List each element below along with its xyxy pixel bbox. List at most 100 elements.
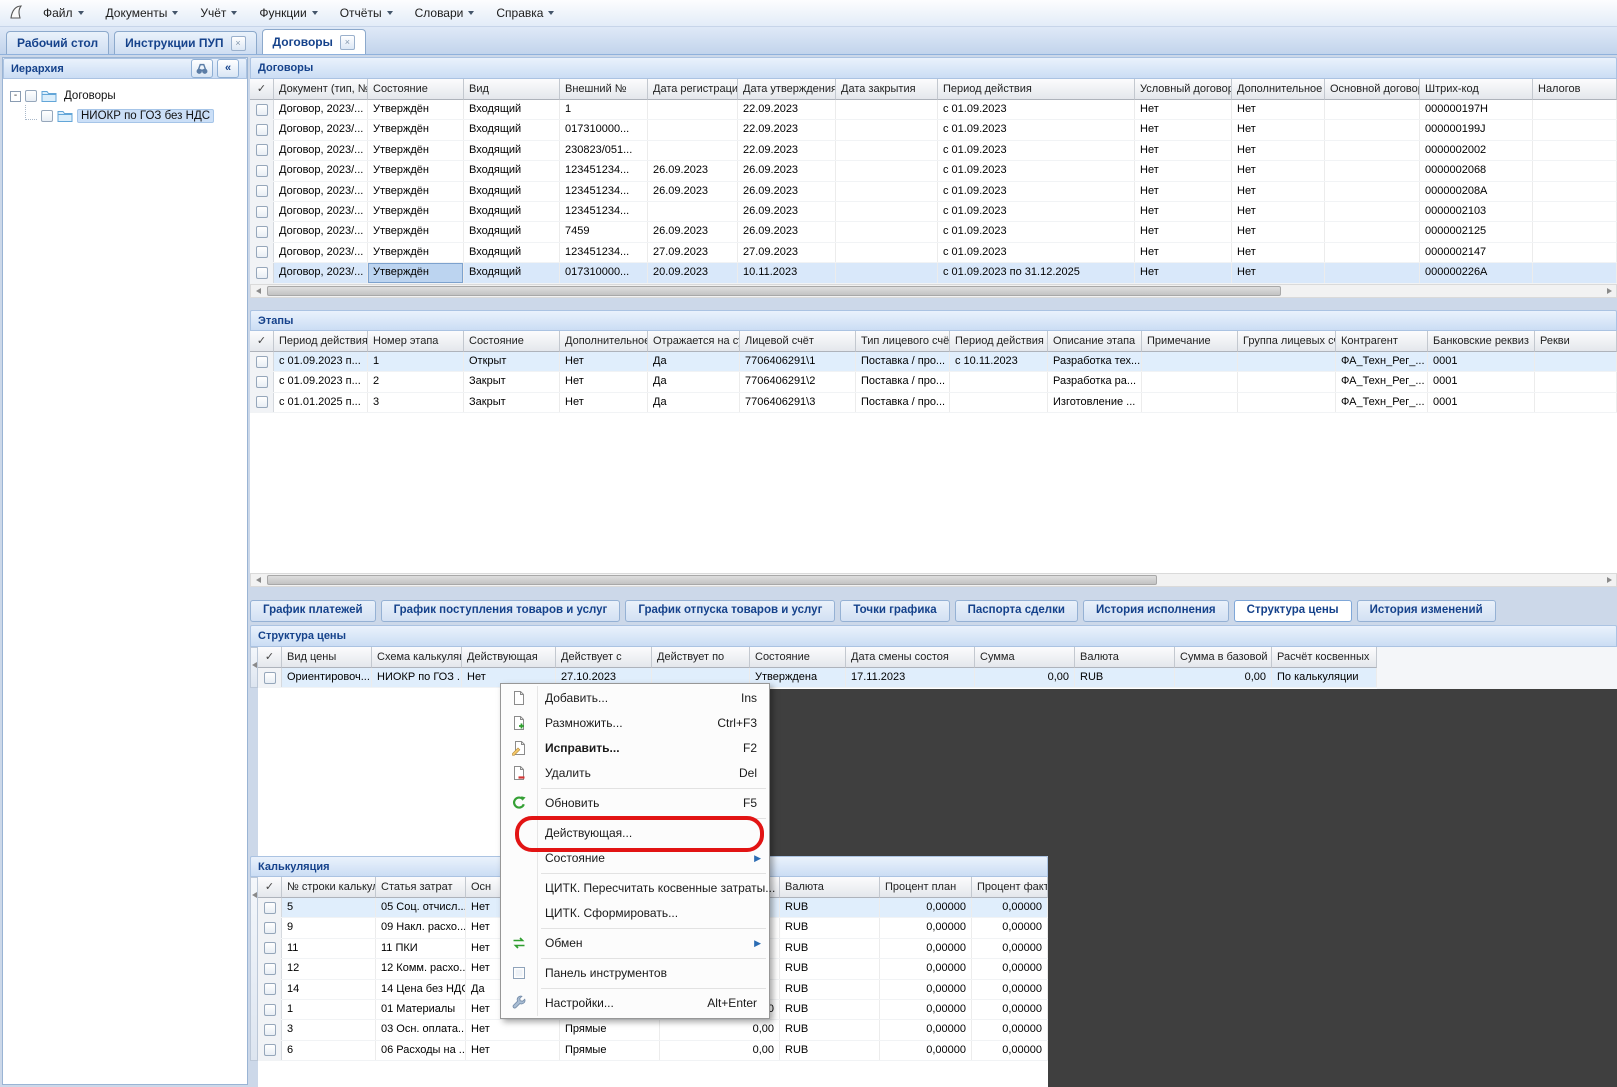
- grid-cell[interactable]: [1325, 141, 1420, 160]
- grid-cell[interactable]: Нет: [560, 393, 648, 412]
- grid-cell[interactable]: [648, 141, 738, 160]
- grid-cell[interactable]: Входящий: [464, 182, 560, 201]
- context-menu-item[interactable]: Состояние▶: [501, 846, 769, 871]
- grid-cell[interactable]: [1325, 202, 1420, 221]
- table-row[interactable]: Договор, 2023/...УтверждёнВходящий122.09…: [250, 100, 1617, 120]
- grid-cell[interactable]: [1533, 202, 1617, 221]
- column-header[interactable]: Основной договор: [1325, 79, 1420, 100]
- table-row[interactable]: с 01.09.2023 п...1ОткрытНетДа7706406291\…: [250, 352, 1617, 372]
- row-checkbox[interactable]: [264, 963, 276, 975]
- grid-cell[interactable]: Входящий: [464, 120, 560, 139]
- column-header[interactable]: Дополнительное с: [560, 331, 648, 352]
- grid-cell[interactable]: RUB: [780, 1000, 880, 1019]
- grid-cell[interactable]: 0000002068: [1420, 161, 1533, 180]
- grid-cell[interactable]: Нет: [1232, 263, 1325, 282]
- grid-cell[interactable]: 26.09.2023: [738, 202, 836, 221]
- grid-cell[interactable]: 0,00000: [880, 939, 972, 958]
- grid-cell[interactable]: 0,00000: [880, 1000, 972, 1019]
- row-checkbox[interactable]: [264, 1004, 276, 1016]
- grid-cell[interactable]: 03 Осн. оплата...: [376, 1020, 466, 1039]
- grid-cell[interactable]: Входящий: [464, 100, 560, 119]
- grid-cell[interactable]: 11: [282, 939, 376, 958]
- detail-tab-1[interactable]: График платежей: [250, 600, 376, 622]
- grid-cell[interactable]: с 01.09.2023: [938, 182, 1135, 201]
- grid-cell[interactable]: [648, 100, 738, 119]
- grid-cell[interactable]: 0000002147: [1420, 243, 1533, 262]
- grid-cell[interactable]: 0,00000: [880, 959, 972, 978]
- grid-cell[interactable]: 123451234...: [560, 202, 648, 221]
- column-header[interactable]: Действует по: [652, 647, 750, 668]
- grid-cell[interactable]: Входящий: [464, 202, 560, 221]
- menubar-item-2[interactable]: Документы: [95, 3, 190, 23]
- grid-cell[interactable]: Нет: [1232, 100, 1325, 119]
- grid-cell[interactable]: 123451234...: [560, 243, 648, 262]
- grid-cell[interactable]: ФА_Техн_Рег_...: [1336, 393, 1428, 412]
- tab-close-icon[interactable]: ×: [231, 36, 246, 51]
- column-header[interactable]: Состояние: [464, 331, 560, 352]
- grid-cell[interactable]: [836, 161, 938, 180]
- tab-2[interactable]: Инструкции ПУП×: [114, 31, 256, 54]
- grid-cell[interactable]: [648, 120, 738, 139]
- column-header[interactable]: Валюта: [1075, 647, 1175, 668]
- grid-cell[interactable]: с 01.09.2023: [938, 100, 1135, 119]
- tree-item-2[interactable]: НИОКР по ГОЗ без НДС: [3, 106, 247, 126]
- detail-tab-7[interactable]: Структура цены: [1234, 600, 1352, 622]
- grid-cell[interactable]: НИОКР по ГОЗ ...: [372, 668, 462, 687]
- column-header[interactable]: Действует с: [556, 647, 652, 668]
- grid-cell[interactable]: 230823/051...: [560, 141, 648, 160]
- grid-cell[interactable]: 7706406291\2: [740, 372, 856, 391]
- grid-cell[interactable]: 1: [560, 100, 648, 119]
- grid-cell[interactable]: Утверждён: [368, 263, 464, 282]
- grid-cell[interactable]: 0,00000: [972, 898, 1048, 917]
- column-header[interactable]: Описание этапа: [1048, 331, 1142, 352]
- grid-cell[interactable]: Нет: [1135, 141, 1232, 160]
- grid-cell[interactable]: 14 Цена без НДС: [376, 980, 466, 999]
- grid-cell[interactable]: с 01.09.2023 по 31.12.2025: [938, 263, 1135, 282]
- grid-cell[interactable]: Нет: [1232, 161, 1325, 180]
- grid-cell[interactable]: Нет: [1135, 263, 1232, 282]
- table-row[interactable]: Договор, 2023/...УтверждёнВходящий017310…: [250, 263, 1617, 283]
- grid-cell[interactable]: [1325, 100, 1420, 119]
- table-row[interactable]: Договор, 2023/...УтверждёнВходящий230823…: [250, 141, 1617, 161]
- grid-cell[interactable]: с 10.11.2023: [950, 352, 1048, 371]
- tree-checkbox[interactable]: [25, 90, 37, 102]
- column-header[interactable]: Период действия: [938, 79, 1135, 100]
- column-header[interactable]: Налогов: [1533, 79, 1617, 100]
- row-checkbox[interactable]: [256, 376, 268, 388]
- grid-cell[interactable]: Нет: [560, 372, 648, 391]
- context-menu-item[interactable]: УдалитьDel: [501, 761, 769, 786]
- grid-cell[interactable]: с 01.09.2023: [938, 120, 1135, 139]
- column-header[interactable]: ✓: [250, 331, 274, 352]
- table-row[interactable]: Договор, 2023/...УтверждёнВходящий123451…: [250, 202, 1617, 222]
- scrollbar-thumb[interactable]: [267, 286, 1281, 296]
- column-header[interactable]: Тип лицевого счёт: [856, 331, 950, 352]
- grid-cell[interactable]: 017310000...: [560, 120, 648, 139]
- grid-cell[interactable]: Поставка / про...: [856, 372, 950, 391]
- context-menu-item[interactable]: Исправить...F2: [501, 736, 769, 761]
- column-header[interactable]: Состояние: [368, 79, 464, 100]
- grid-cell[interactable]: 06 Расходы на ...: [376, 1041, 466, 1060]
- grid-cell[interactable]: 7706406291\3: [740, 393, 856, 412]
- grid-cell[interactable]: [1533, 263, 1617, 282]
- grid-cell[interactable]: Нет: [560, 352, 648, 371]
- grid-cell[interactable]: 5: [282, 898, 376, 917]
- row-checkbox[interactable]: [256, 185, 268, 197]
- table-row[interactable]: 303 Осн. оплата...НетПрямые0,00RUB0,0000…: [258, 1020, 1048, 1040]
- grid-cell[interactable]: с 01.09.2023: [938, 141, 1135, 160]
- grid-cell[interactable]: 01 Материалы: [376, 1000, 466, 1019]
- column-header[interactable]: Валюта: [780, 877, 880, 898]
- grid-scroll-left-button[interactable]: [250, 877, 258, 1061]
- grid-cell[interactable]: 3: [282, 1020, 376, 1039]
- grid-cell[interactable]: Да: [648, 352, 740, 371]
- grid-cell[interactable]: По калькуляции: [1272, 668, 1377, 687]
- column-header[interactable]: Номер этапа: [368, 331, 464, 352]
- grid-cell[interactable]: Закрыт: [464, 372, 560, 391]
- grid-cell[interactable]: RUB: [780, 898, 880, 917]
- grid-cell[interactable]: [950, 393, 1048, 412]
- column-header[interactable]: Дата закрытия: [836, 79, 938, 100]
- grid-cell[interactable]: [1533, 100, 1617, 119]
- grid-cell[interactable]: Входящий: [464, 263, 560, 282]
- grid-cell[interactable]: 017310000...: [560, 263, 648, 282]
- grid-cell[interactable]: Нет: [1232, 222, 1325, 241]
- grid-cell[interactable]: 0001: [1428, 372, 1535, 391]
